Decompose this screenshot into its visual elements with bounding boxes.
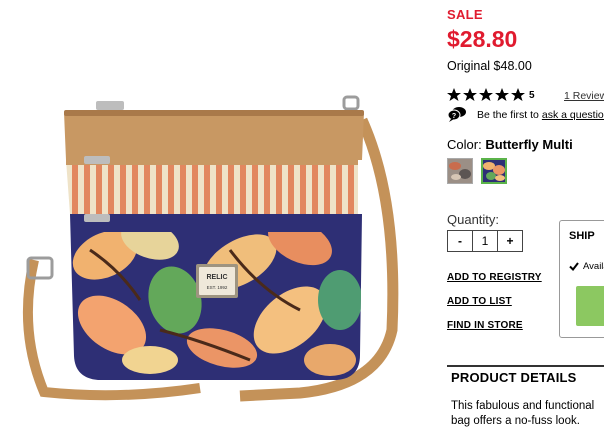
- reviews-link[interactable]: 1 Review: [564, 90, 604, 102]
- color-label: Color:: [447, 137, 482, 152]
- checkmark-icon: [569, 262, 579, 271]
- ask-question-link[interactable]: ask a question: [542, 109, 604, 121]
- add-to-registry-link[interactable]: ADD TO REGISTRY: [447, 272, 542, 283]
- brand-tag-sub: EST. 1992: [207, 285, 228, 290]
- quantity-increase-button[interactable]: +: [497, 231, 522, 251]
- brand-tag-label: RELIC: [207, 274, 228, 281]
- product-details-heading[interactable]: PRODUCT DETAILS: [451, 370, 577, 385]
- quantity-stepper[interactable]: - 1 +: [447, 230, 523, 252]
- color-selected-name: Butterfly Multi: [485, 137, 573, 152]
- product-details-text: This fabulous and functional bag offers …: [451, 400, 595, 427]
- find-in-store-link[interactable]: FIND IN STORE: [447, 320, 523, 331]
- quantity-decrease-button[interactable]: -: [448, 231, 473, 251]
- color-selection: Color: Butterfly Multi: [447, 137, 573, 152]
- ask-question-row: ? Be the first to ask a question: [447, 106, 604, 125]
- product-image[interactable]: RELIC EST. 1992: [0, 0, 420, 439]
- original-price: Original $48.00: [447, 59, 532, 73]
- question-bubble-icon: ?: [447, 106, 467, 125]
- star-rating-icon: [447, 88, 525, 102]
- ship-add-button[interactable]: [576, 286, 604, 326]
- ship-option-box[interactable]: SHIP Available: [559, 220, 604, 338]
- sale-label: SALE: [447, 7, 483, 22]
- ship-availability-text: Available: [583, 261, 604, 272]
- color-swatch-butterfly-multi[interactable]: [481, 158, 507, 184]
- add-to-list-link[interactable]: ADD TO LIST: [447, 296, 512, 307]
- details-divider: [447, 365, 604, 367]
- quantity-label: Quantity:: [447, 212, 500, 227]
- ship-availability: Available: [569, 261, 604, 272]
- product-info-panel: SALE $28.80 Original $48.00 5 1 Review ?…: [447, 0, 604, 439]
- svg-text:?: ?: [452, 113, 456, 120]
- ask-question-prefix: Be the first to: [477, 109, 539, 121]
- quantity-input[interactable]: 1: [473, 231, 497, 251]
- rating-value: 5: [529, 89, 535, 101]
- rating[interactable]: 5: [447, 87, 535, 103]
- ship-title: SHIP: [569, 230, 595, 242]
- color-swatch-1[interactable]: [447, 158, 473, 184]
- sale-price: $28.80: [447, 26, 518, 52]
